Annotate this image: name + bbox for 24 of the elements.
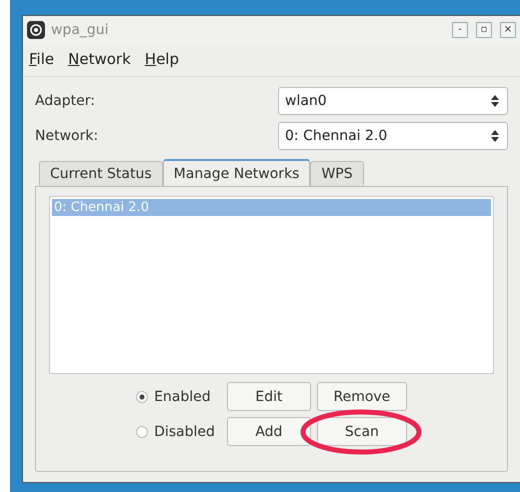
field-label: Network:: [35, 128, 100, 144]
spinner-arrows-icon: [491, 130, 499, 142]
window-button[interactable]: -: [452, 22, 468, 38]
window-button[interactable]: ▫: [476, 22, 492, 38]
tab[interactable]: WPS: [310, 161, 364, 186]
menu-item[interactable]: File: [29, 50, 54, 68]
spinner-arrows-icon: [491, 95, 499, 107]
action-button[interactable]: Scan: [316, 417, 407, 446]
radio-label: Enabled: [154, 388, 211, 404]
action-button[interactable]: Remove: [316, 382, 407, 411]
field-label: Adapter:: [35, 93, 96, 109]
radio-label: Disabled: [154, 424, 215, 440]
dropdown[interactable]: wlan0: [278, 87, 508, 115]
menu-item[interactable]: Network: [68, 50, 131, 68]
tab[interactable]: Current Status: [39, 161, 163, 186]
radio-button[interactable]: [136, 426, 148, 438]
action-button[interactable]: Edit: [226, 382, 311, 411]
action-button[interactable]: Add: [226, 417, 311, 446]
window-button[interactable]: ×: [500, 22, 516, 38]
menu-item[interactable]: Help: [144, 50, 179, 68]
tab[interactable]: Manage Networks: [162, 159, 310, 186]
dropdown[interactable]: 0: Chennai 2.0: [278, 122, 508, 150]
radio-button[interactable]: [136, 390, 148, 402]
window-title: wpa_gui: [51, 22, 110, 38]
